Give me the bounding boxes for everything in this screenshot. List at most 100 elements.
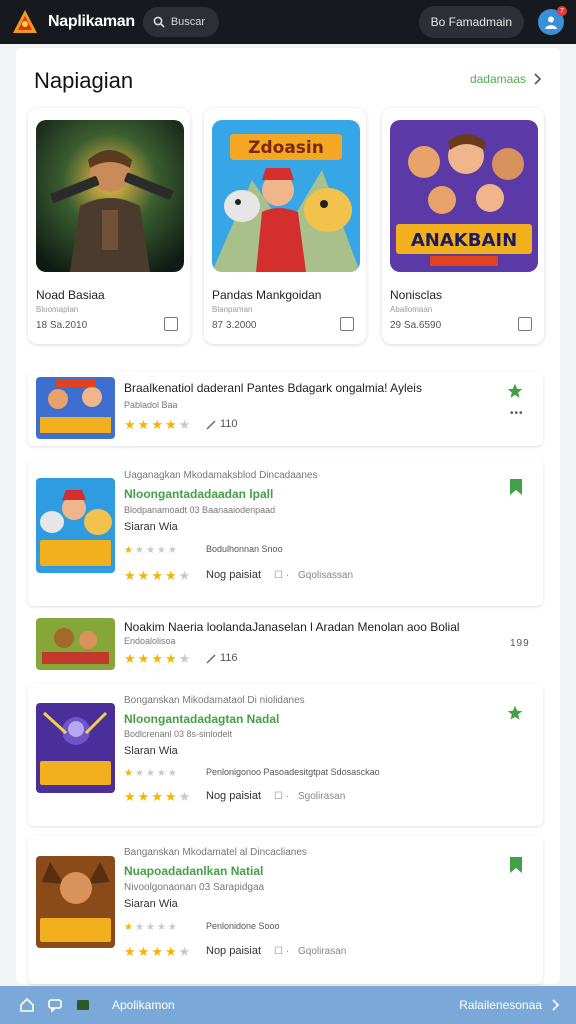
- star-filled-icon: ★: [151, 944, 163, 959]
- card-subtitle: Bloomaplan: [36, 305, 79, 314]
- star-empty-icon: ★: [167, 922, 177, 933]
- star-rating: ★ ★ ★ ★ ★: [124, 569, 190, 582]
- library-icon[interactable]: [72, 994, 94, 1016]
- list-item-small-text: Penlonidone Sooo: [206, 921, 280, 931]
- card-meta: 29 Sa.6590: [390, 320, 442, 331]
- search-button[interactable]: Buscar: [142, 7, 219, 37]
- star-filled-icon: ★: [124, 944, 136, 959]
- list-item-header: Uaganagkan Mkodamaksblod Dincadaanes: [124, 470, 318, 481]
- checkbox-icon[interactable]: ☐ ·: [274, 791, 289, 802]
- small-star-rating: ★ ★ ★ ★ ★: [124, 921, 177, 934]
- card-title: Nonisclas: [390, 288, 443, 302]
- featured-card[interactable]: Zdoasin Pandas Mankgoidan Blanpaman 87 3…: [204, 108, 366, 344]
- star-empty-icon: ★: [134, 922, 144, 933]
- review-count: 116: [220, 652, 238, 664]
- star-filled-icon: ★: [124, 789, 136, 804]
- see-all-link[interactable]: dadamaas: [470, 72, 542, 86]
- star-filled-icon: ★: [137, 651, 150, 666]
- list-item-subtitle: Nivoolgonaonan 03 Sarapidgaa: [124, 882, 265, 893]
- calendar-icon[interactable]: [518, 317, 532, 331]
- star-empty-icon: ★: [167, 545, 177, 556]
- star-empty-icon: ★: [156, 768, 166, 779]
- link-icon: [206, 654, 216, 664]
- star-filled-icon: ★: [164, 789, 177, 804]
- star-filled-icon: ★: [137, 568, 150, 583]
- list-item-note: Nop paisiat: [206, 945, 262, 957]
- bottom-bar-right-label[interactable]: Ralailenesonaa: [459, 998, 542, 1012]
- featured-card[interactable]: Noad Basiaa Bloomaplan 18 Sa.2010: [28, 108, 190, 344]
- more-options-icon[interactable]: •••: [510, 408, 524, 419]
- star-filled-icon: ★: [137, 944, 150, 959]
- game-thumbnail: [36, 856, 115, 948]
- list-item-extra: Sgolirasan: [298, 791, 346, 802]
- card-meta: 87 3.2000: [212, 320, 257, 331]
- calendar-icon[interactable]: [164, 317, 178, 331]
- star-empty-icon: ★: [145, 922, 155, 933]
- bookmark-icon[interactable]: [508, 478, 524, 496]
- chevron-right-icon[interactable]: [552, 999, 560, 1011]
- star-filled-icon: ★: [164, 944, 177, 959]
- bottom-bar-label[interactable]: Apolikamon: [112, 998, 175, 1012]
- star-rating: ★ ★ ★ ★ ★: [124, 652, 190, 665]
- star-filled-icon: ★: [151, 417, 163, 432]
- user-menu-button[interactable]: Bo Famadmain: [418, 6, 524, 38]
- star-filled-icon: ★: [151, 651, 163, 666]
- star-filled-icon: ★: [164, 417, 177, 432]
- app-logo-icon[interactable]: [12, 9, 38, 35]
- list-item-header: Banganskan Mkodamatel al Dincaclianes: [124, 847, 307, 858]
- home-icon[interactable]: [16, 994, 38, 1016]
- chevron-right-icon: [534, 73, 542, 85]
- list-item-small-text: Penlonigonoo Pasoadesitgtpat Sdosasckao: [206, 767, 380, 777]
- star-empty-icon: ★: [178, 651, 191, 666]
- search-label: Buscar: [170, 16, 206, 28]
- star-empty-icon: ★: [167, 768, 177, 779]
- top-bar: Naplikaman Buscar Bo Famadmain 7: [0, 0, 576, 44]
- checkbox-icon[interactable]: ☐ ·: [274, 570, 289, 581]
- star-rating: ★ ★ ★ ★ ★: [124, 790, 190, 803]
- star-filled-icon: ★: [124, 417, 136, 432]
- avatar[interactable]: 7: [538, 6, 567, 35]
- chat-icon[interactable]: [44, 994, 66, 1016]
- svg-text:Zdoasin: Zdoasin: [248, 138, 324, 158]
- star-filled-icon: ★: [124, 568, 136, 583]
- see-all-label: dadamaas: [469, 72, 526, 86]
- bottom-bar: Apolikamon Ralailenesonaa: [0, 986, 576, 1024]
- star-filled-icon: ★: [164, 651, 177, 666]
- star-favorite-icon[interactable]: [507, 704, 523, 722]
- bookmark-icon[interactable]: [508, 856, 524, 874]
- user-icon: [545, 16, 557, 29]
- star-favorite-icon[interactable]: [507, 382, 523, 400]
- card-title: Noad Basiaa: [36, 288, 105, 302]
- star-empty-icon: ★: [134, 545, 144, 556]
- star-filled-icon: ★: [124, 768, 133, 779]
- star-filled-icon: ★: [151, 789, 163, 804]
- list-item-highlight: Nloongantadadaadan lpall: [124, 487, 274, 501]
- star-filled-icon: ★: [164, 568, 177, 583]
- star-empty-icon: ★: [145, 768, 155, 779]
- notification-badge: 7: [557, 6, 567, 16]
- checkbox-icon[interactable]: ☐ ·: [274, 946, 289, 957]
- star-empty-icon: ★: [134, 768, 144, 779]
- featured-card[interactable]: ANAKBAIN Nonisclas Aballomaan 29 Sa.6590: [382, 108, 544, 344]
- game-thumbnail: [36, 377, 115, 439]
- review-count: 110: [220, 418, 238, 430]
- list-item-subtitle: Blodpanamoadt 03 Baanaaiodenpaad: [124, 505, 276, 515]
- section-title: Napiagian: [34, 68, 134, 93]
- list-item-extra: Gqolirasan: [298, 946, 347, 957]
- list-item-name: Siaran Wia: [124, 521, 178, 533]
- app-title: Naplikaman: [48, 13, 135, 30]
- list-item-name: Slaran Wia: [124, 745, 178, 757]
- list-item-name: Siaran Wia: [124, 898, 178, 910]
- card-title: Pandas Mankgoidan: [212, 288, 322, 302]
- game-art: Zdoasin: [212, 120, 360, 272]
- calendar-icon[interactable]: [340, 317, 354, 331]
- star-empty-icon: ★: [156, 922, 166, 933]
- star-filled-icon: ★: [124, 545, 133, 556]
- list-item-title: Noakim Naeria loolandaJanaselan l Aradan…: [124, 620, 460, 634]
- more-options-label[interactable]: 199: [510, 638, 530, 649]
- star-filled-icon: ★: [151, 568, 163, 583]
- star-empty-icon: ★: [178, 944, 191, 959]
- list-item-note: Nog paisiat: [206, 569, 262, 581]
- small-star-rating: ★ ★ ★ ★ ★: [124, 544, 177, 557]
- small-star-rating: ★ ★ ★ ★ ★: [124, 767, 177, 780]
